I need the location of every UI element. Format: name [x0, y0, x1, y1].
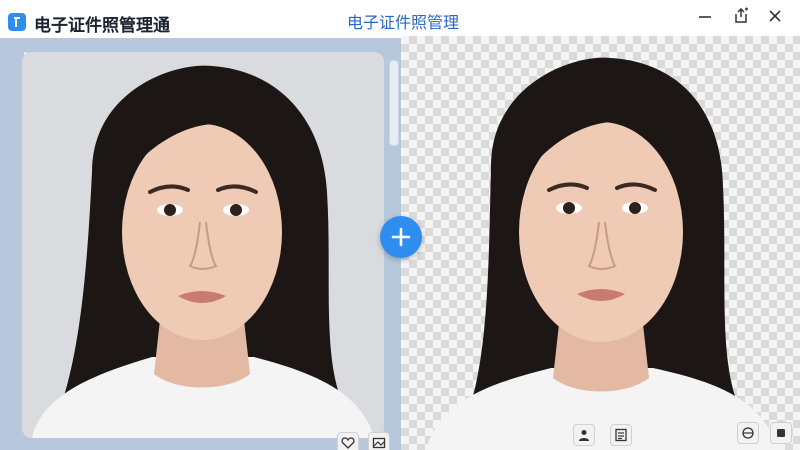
- window-center-title: 电子证件照管理: [347, 13, 460, 32]
- original-photo-panel: [0, 38, 401, 450]
- title-bar: 电子证件照管理通 电子证件照管理: [0, 0, 800, 36]
- app-title: 电子证件照管理通: [34, 16, 170, 36]
- rotate-icon: [742, 427, 754, 439]
- plus-icon: [391, 227, 411, 247]
- processed-photo-panel: [401, 36, 800, 450]
- share-icon: [735, 7, 748, 23]
- minimize-button[interactable]: [690, 3, 720, 29]
- heart-icon: [341, 437, 355, 449]
- workspace: [0, 36, 800, 450]
- favorite-button[interactable]: [337, 432, 359, 450]
- image-icon: [372, 437, 386, 449]
- crop-icon: [777, 429, 785, 437]
- close-button[interactable]: [760, 3, 790, 29]
- app-logo-icon: [8, 13, 26, 31]
- id-card-button[interactable]: [610, 424, 632, 446]
- processed-portrait-photo[interactable]: [401, 36, 800, 450]
- rotate-button[interactable]: [737, 422, 759, 444]
- panel-resize-handle[interactable]: [389, 60, 399, 146]
- share-button[interactable]: [726, 3, 756, 29]
- id-card-icon: [615, 428, 627, 442]
- image-button[interactable]: [368, 432, 390, 450]
- add-photo-button[interactable]: [380, 216, 422, 258]
- close-icon: [769, 10, 781, 22]
- person-button[interactable]: [573, 424, 595, 446]
- original-portrait-photo[interactable]: [22, 52, 384, 438]
- crop-button[interactable]: [770, 422, 792, 444]
- minimize-icon: [699, 16, 711, 18]
- person-icon: [579, 430, 589, 441]
